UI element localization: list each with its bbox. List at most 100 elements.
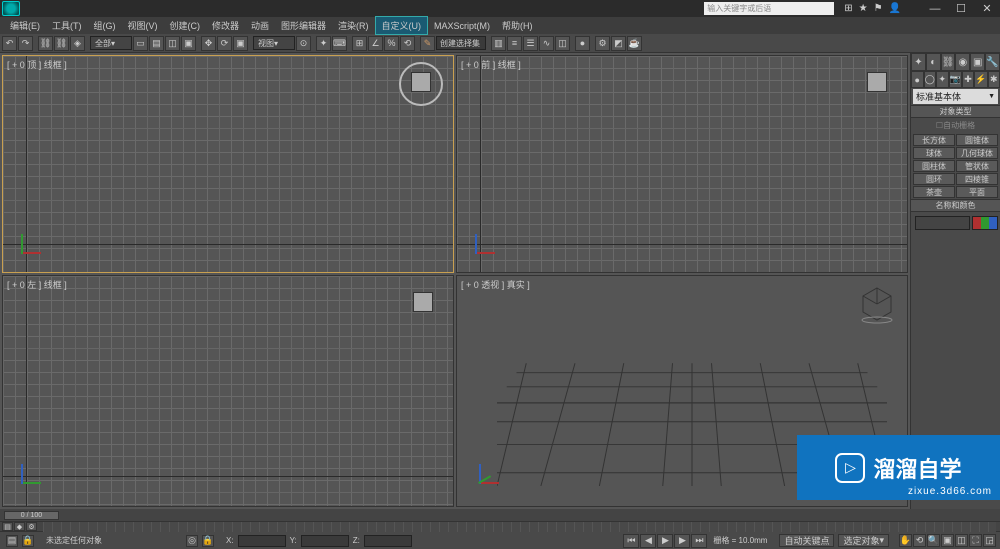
- flag-icon[interactable]: ⚑: [874, 3, 883, 14]
- render-frame-button[interactable]: ◩: [611, 36, 626, 51]
- tab-modify[interactable]: ◐: [926, 53, 941, 71]
- render-button[interactable]: ☕: [627, 36, 642, 51]
- angle-snap-button[interactable]: ∠: [368, 36, 383, 51]
- goto-end-button[interactable]: ⏭: [691, 534, 707, 548]
- spinner-snap-button[interactable]: ⟲: [400, 36, 415, 51]
- menu-help[interactable]: 帮助(H): [496, 17, 539, 34]
- zoom-extents-button[interactable]: ⛶: [969, 534, 982, 547]
- minimize-button[interactable]: —: [922, 0, 948, 17]
- app-icon[interactable]: [2, 1, 20, 16]
- primitive-pyramid-button[interactable]: 四棱锥: [956, 173, 998, 185]
- align-button[interactable]: ≡: [507, 36, 522, 51]
- window-crossing-button[interactable]: ▣: [181, 36, 196, 51]
- menu-grapheditors[interactable]: 图形编辑器: [275, 17, 332, 34]
- trackbar-key-button[interactable]: ◆: [14, 522, 25, 531]
- keyboard-shortcut-button[interactable]: ⌨: [332, 36, 347, 51]
- mirror-button[interactable]: ▥: [491, 36, 506, 51]
- rotate-button[interactable]: ⟳: [217, 36, 232, 51]
- menu-group[interactable]: 组(G): [88, 17, 122, 34]
- schematic-button[interactable]: ◫: [555, 36, 570, 51]
- object-color-swatch[interactable]: [972, 216, 998, 230]
- menu-tools[interactable]: 工具(T): [46, 17, 88, 34]
- viewcube-perspective[interactable]: [857, 284, 897, 324]
- time-slider-thumb[interactable]: 0 / 100: [4, 511, 59, 520]
- menu-customize[interactable]: 自定义(U): [375, 16, 429, 35]
- pan-view-button[interactable]: ✋: [899, 534, 912, 547]
- layers-button[interactable]: ☰: [523, 36, 538, 51]
- editnamed-button[interactable]: ✎: [420, 36, 435, 51]
- viewcube-front[interactable]: [857, 62, 897, 102]
- menu-create[interactable]: 创建(C): [164, 17, 207, 34]
- coord-z-input[interactable]: [364, 535, 412, 547]
- undo-button[interactable]: ↶: [2, 36, 17, 51]
- menu-rendering[interactable]: 渲染(R): [332, 17, 375, 34]
- primitive-plane-button[interactable]: 平面: [956, 186, 998, 198]
- primitive-cylinder-button[interactable]: 圆柱体: [913, 160, 955, 172]
- subtab-cameras[interactable]: 📷: [949, 71, 962, 88]
- tab-utilities[interactable]: 🔧: [985, 53, 1000, 71]
- pivot-button[interactable]: ⊙: [296, 36, 311, 51]
- select-name-button[interactable]: ▤: [149, 36, 164, 51]
- primitive-box-button[interactable]: 长方体: [913, 134, 955, 146]
- tab-motion[interactable]: ◉: [955, 53, 970, 71]
- link-button[interactable]: ⛓: [38, 36, 53, 51]
- unlink-button[interactable]: ⛓: [54, 36, 69, 51]
- arc-rotate-button[interactable]: ⟲: [913, 534, 926, 547]
- refcoord-dropdown[interactable]: 视图 ▾: [253, 36, 295, 50]
- menu-modifiers[interactable]: 修改器: [206, 17, 245, 34]
- viewport-label-front[interactable]: [ + 0 前 ] 线框 ]: [461, 58, 521, 71]
- zoom-button[interactable]: 🔍: [927, 534, 940, 547]
- lock-button[interactable]: 🔒: [22, 535, 34, 547]
- menu-views[interactable]: 视图(V): [122, 17, 164, 34]
- setkey-dropdown[interactable]: 选定对象 ▾: [838, 534, 889, 547]
- select-filter-dropdown[interactable]: 全部 ▾: [90, 36, 132, 50]
- subtab-helpers[interactable]: ✚: [962, 71, 975, 88]
- primitive-geosphere-button[interactable]: 几何球体: [956, 147, 998, 159]
- subtab-geometry[interactable]: ●: [911, 71, 924, 88]
- subtab-systems[interactable]: ✱: [988, 71, 1000, 88]
- viewport-front[interactable]: [ + 0 前 ] 线框 ]: [456, 55, 908, 273]
- scale-button[interactable]: ▣: [233, 36, 248, 51]
- isolate-button[interactable]: ◎: [186, 535, 198, 547]
- snap-toggle-button[interactable]: ⊞: [352, 36, 367, 51]
- tab-display[interactable]: ▣: [970, 53, 985, 71]
- primitive-teapot-button[interactable]: 茶壶: [913, 186, 955, 198]
- rollout-object-type[interactable]: 对象类型: [911, 105, 1000, 118]
- trackbar-filter-button[interactable]: ⚙: [26, 522, 37, 531]
- viewport-label-left[interactable]: [ + 0 左 ] 线框 ]: [7, 278, 67, 291]
- select-manipulate-button[interactable]: ✦: [316, 36, 331, 51]
- zoom-all-button[interactable]: ▣: [941, 534, 954, 547]
- tab-hierarchy[interactable]: ⛓: [941, 53, 956, 71]
- rollout-name-color[interactable]: 名称和颜色: [911, 199, 1000, 212]
- goto-start-button[interactable]: ⏮: [623, 534, 639, 548]
- autokey-button[interactable]: 自动关键点: [779, 534, 834, 547]
- maximize-button[interactable]: ☐: [948, 0, 974, 17]
- viewport-label-persp[interactable]: [ + 0 透视 ] 真实 ]: [461, 278, 530, 291]
- primitive-torus-button[interactable]: 圆环: [913, 173, 955, 185]
- close-button[interactable]: ✕: [974, 0, 1000, 17]
- subtab-spacewarps[interactable]: ⚡: [974, 71, 987, 88]
- maxscript-button[interactable]: ▤: [6, 535, 18, 547]
- play-button[interactable]: ▶: [657, 534, 673, 548]
- search-input[interactable]: 输入关键字或后语: [704, 2, 834, 15]
- menu-animation[interactable]: 动画: [245, 17, 275, 34]
- menu-maxscript[interactable]: MAXScript(M): [428, 19, 496, 33]
- signin-icon[interactable]: 👤: [889, 3, 901, 14]
- bind-button[interactable]: ◈: [70, 36, 85, 51]
- next-frame-button[interactable]: ▶: [674, 534, 690, 548]
- select-object-button[interactable]: ▭: [133, 36, 148, 51]
- primitive-cone-button[interactable]: 圆锥体: [956, 134, 998, 146]
- prev-frame-button[interactable]: ◀: [640, 534, 656, 548]
- viewcube-top[interactable]: [399, 62, 443, 106]
- viewport-left[interactable]: [ + 0 左 ] 线框 ]: [2, 275, 454, 507]
- redo-button[interactable]: ↷: [18, 36, 33, 51]
- favorites-icon[interactable]: ★: [859, 3, 868, 14]
- primitive-tube-button[interactable]: 管状体: [956, 160, 998, 172]
- track-bar[interactable]: ▤ ◆ ⚙: [0, 521, 1000, 531]
- trackbar-open-button[interactable]: ▤: [2, 522, 13, 531]
- autogrid-checkbox[interactable]: ☐ 自动栅格: [911, 118, 1000, 133]
- workspace-icon[interactable]: ⊞: [844, 3, 852, 14]
- object-name-input[interactable]: [915, 216, 970, 230]
- render-setup-button[interactable]: ⚙: [595, 36, 610, 51]
- select-region-button[interactable]: ◫: [165, 36, 180, 51]
